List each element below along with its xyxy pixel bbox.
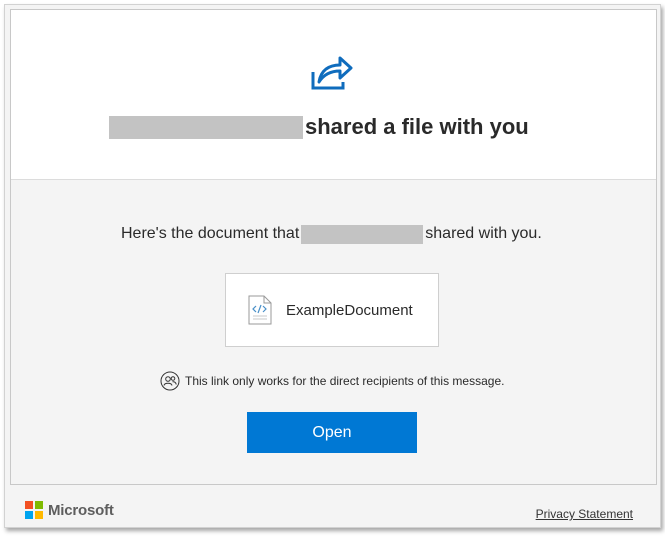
footer: Microsoft Privacy Statement [5,486,660,527]
intro-prefix: Here's the document that [121,225,300,242]
title-text: shared a file with you [305,114,529,139]
intro-suffix: shared with you. [425,225,542,242]
document-name: ExampleDocument [286,301,413,319]
notice-text: This link only works for the direct reci… [185,374,505,388]
email-frame: shared a file with you Here's the docume… [4,4,661,528]
card-header: shared a file with you [11,10,656,180]
code-file-icon [248,295,272,325]
page-title: shared a file with you [109,114,529,140]
share-arrow-icon [311,56,353,90]
privacy-statement-link[interactable]: Privacy Statement [536,507,633,521]
microsoft-logo: Microsoft [25,501,114,519]
microsoft-squares-icon [25,501,43,519]
redacted-sender-inline [301,224,424,244]
brand-name: Microsoft [48,501,114,519]
recipient-notice: This link only works for the direct reci… [160,370,504,392]
open-button[interactable]: Open [247,412,417,453]
intro-message: Here's the document that shared with you… [121,224,542,244]
redacted-sender-name [109,115,303,139]
document-link[interactable]: ExampleDocument [225,273,439,347]
share-card: shared a file with you Here's the docume… [10,9,657,485]
people-icon [160,371,180,391]
